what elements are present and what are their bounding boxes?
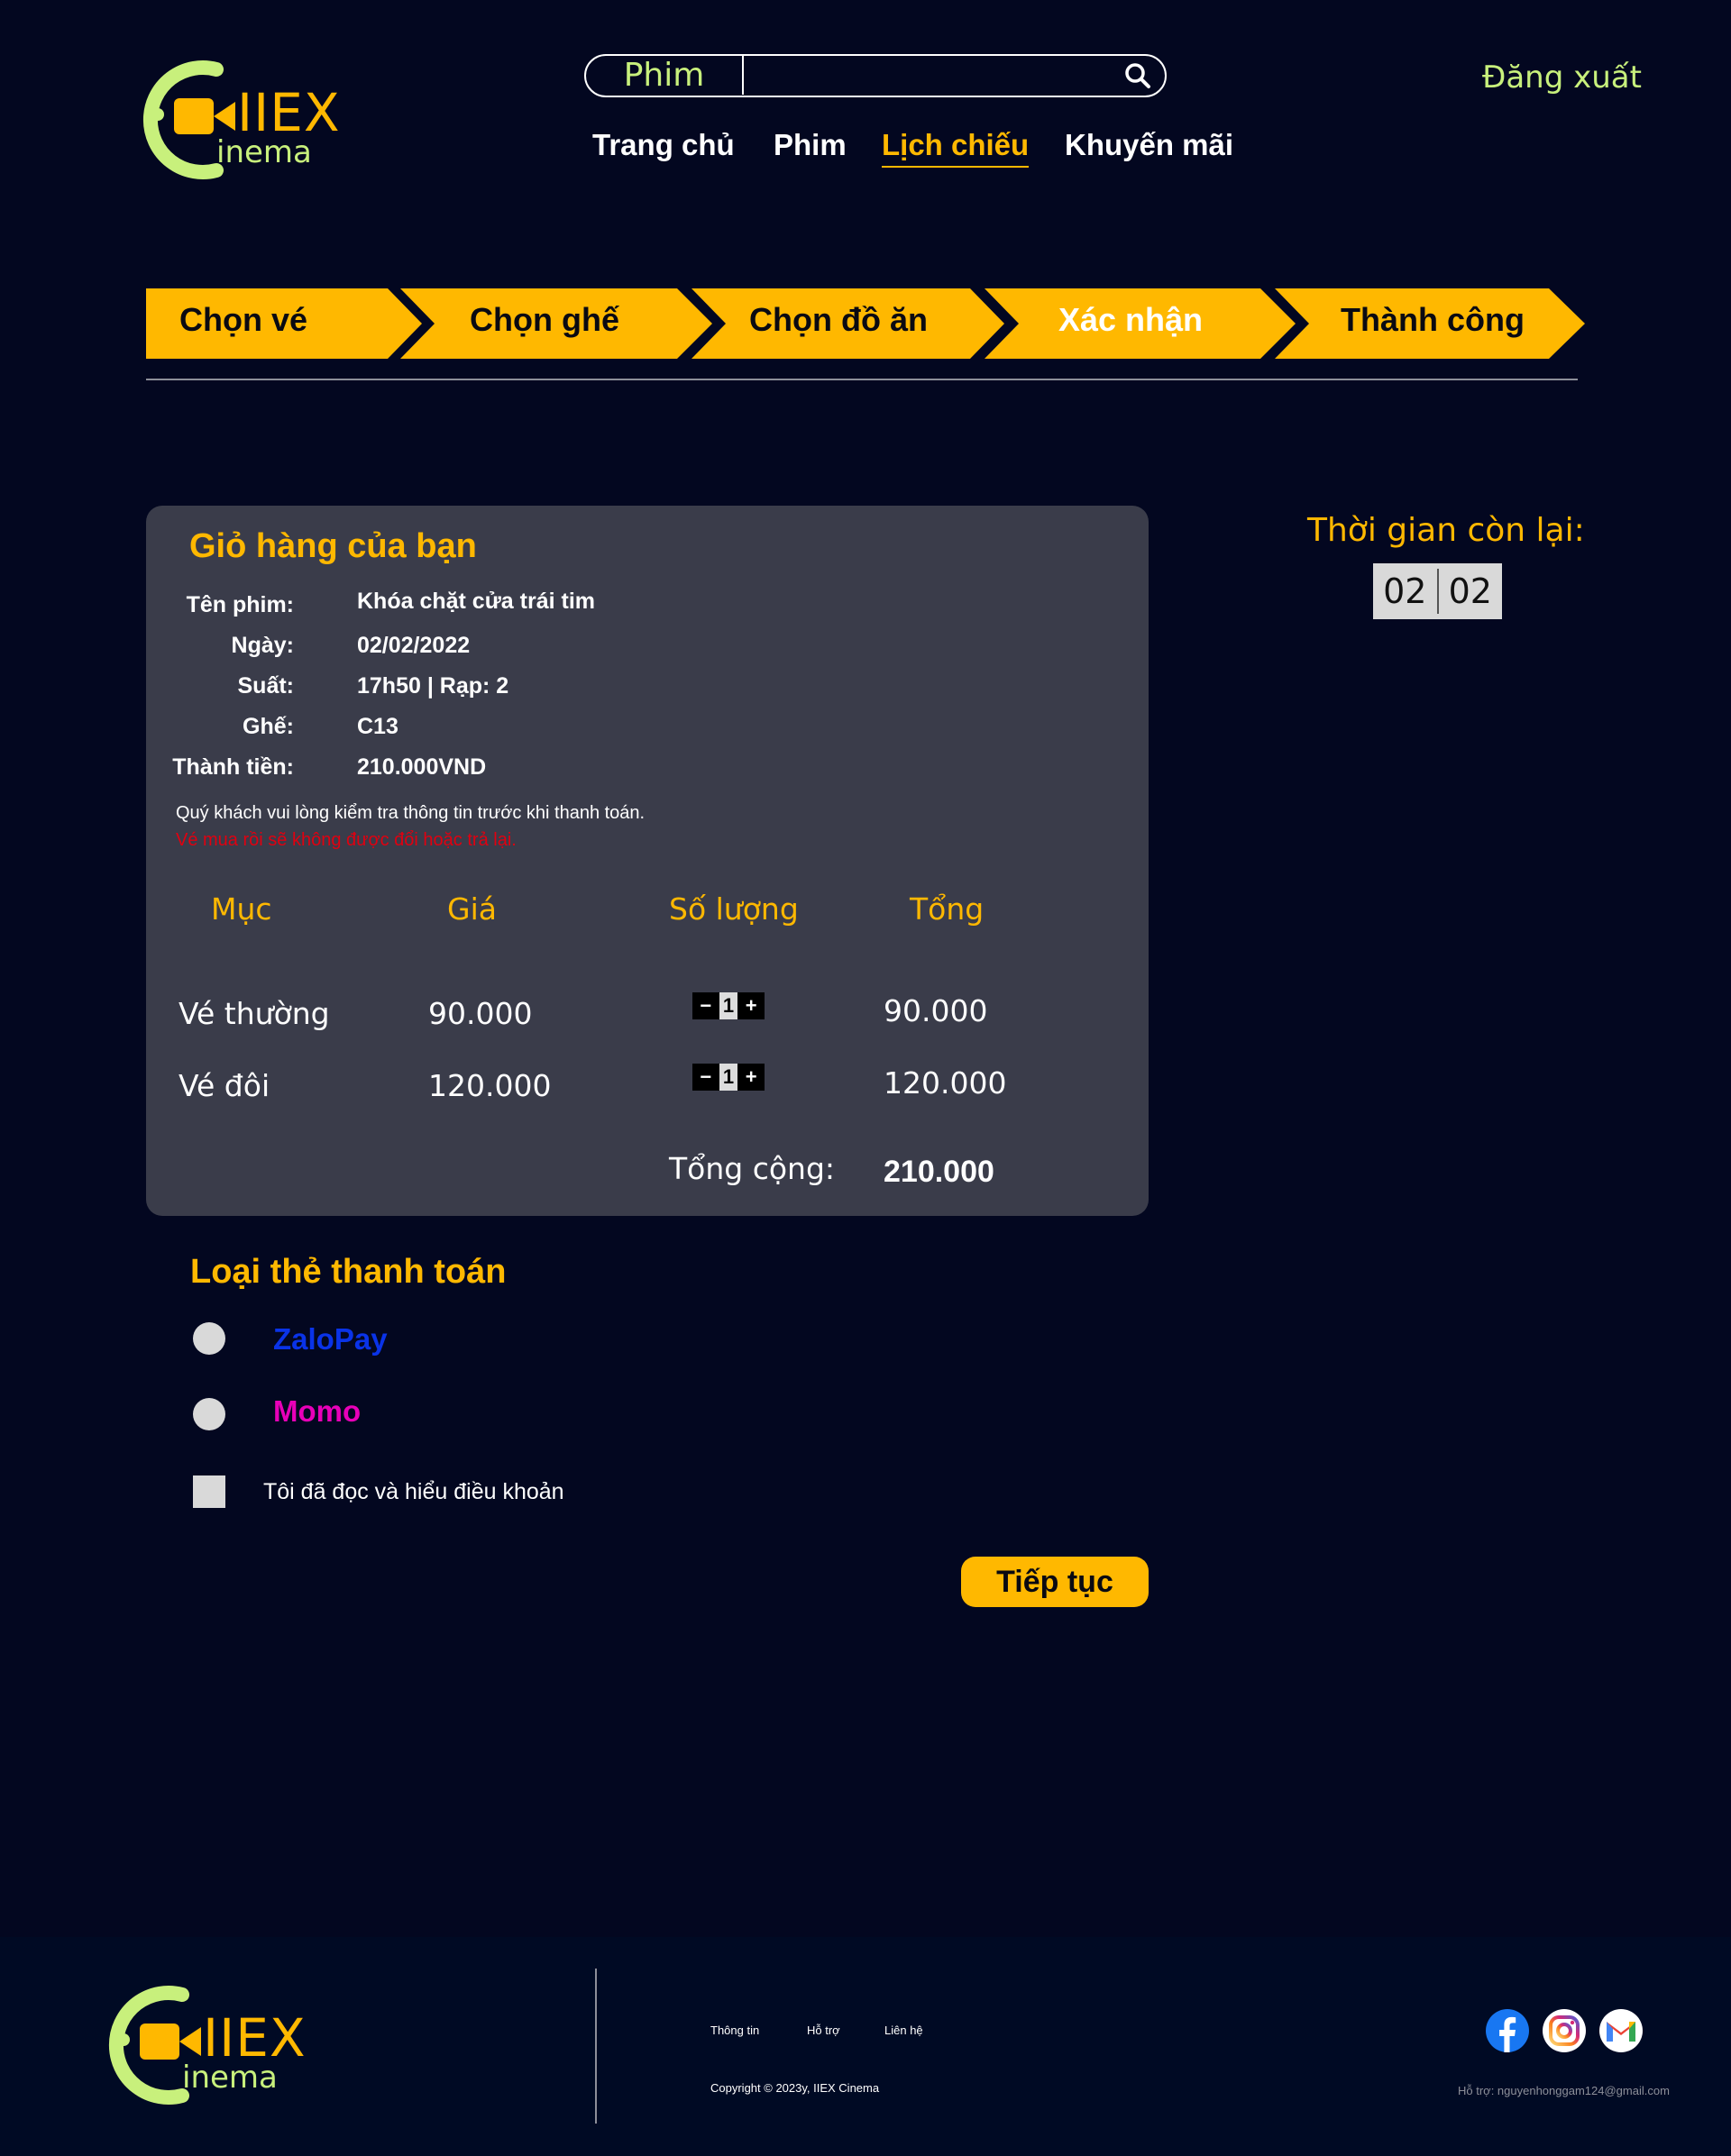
grand-total-label: Tổng cộng:: [669, 1151, 836, 1186]
facebook-icon[interactable]: [1486, 2009, 1529, 2052]
footer: IIEX inema Thông tin Hỗ trợ Liên hệ Copy…: [0, 1937, 1731, 2156]
logout-link[interactable]: Đăng xuất: [1482, 59, 1642, 96]
booking-steps: Chọn vé Chọn ghế Chọn đồ ăn Xác nhận Thà…: [146, 288, 1589, 359]
footer-divider: [595, 1969, 597, 2124]
grand-total-value: 210.000: [884, 1155, 994, 1189]
row-total: 90.000: [884, 993, 988, 1028]
info-label-date: Ngày:: [231, 633, 294, 658]
step-choose-food[interactable]: Chọn đồ ăn: [749, 301, 928, 339]
timer-seconds: 02: [1448, 571, 1492, 611]
zalopay-radio[interactable]: [193, 1322, 225, 1355]
gmail-icon[interactable]: [1599, 2009, 1643, 2052]
info-value-movie: Khóa chặt cửa trái tim: [357, 589, 596, 614]
footer-logo[interactable]: IIEX inema: [96, 1982, 313, 2108]
col-header-quantity: Số lượng: [669, 891, 799, 927]
header-logo[interactable]: IIEX inema: [131, 57, 347, 183]
footer-link-info[interactable]: Thông tin: [710, 2024, 759, 2037]
info-value-amount: 210.000VND: [357, 754, 487, 780]
footer-link-contact[interactable]: Liên hệ: [884, 2024, 923, 2037]
info-value-date: 02/02/2022: [357, 633, 471, 658]
step-confirm[interactable]: Xác nhận: [1058, 301, 1203, 339]
step-choose-ticket[interactable]: Chọn vé: [179, 301, 307, 339]
cart-panel: Giỏ hàng của bạn Tên phim: Khóa chặt cửa…: [146, 506, 1149, 1216]
info-label-showtime: Suất:: [237, 673, 295, 699]
row-item-name: Vé thường: [179, 996, 330, 1031]
search-input[interactable]: [750, 59, 1111, 92]
momo-radio[interactable]: [193, 1398, 225, 1430]
decrement-button[interactable]: −: [692, 992, 719, 1019]
support-email: Hỗ trợ: nguyenhonggam124@gmail.com: [1458, 2084, 1670, 2097]
countdown-timer: 02 02: [1373, 563, 1502, 619]
zalopay-label[interactable]: ZaloPay: [273, 1322, 388, 1357]
timer-label: Thời gian còn lại:: [1307, 512, 1585, 549]
search-bar: Phim: [584, 54, 1167, 97]
terms-checkbox[interactable]: [193, 1475, 225, 1508]
camera-icon: [174, 98, 235, 134]
search-category[interactable]: Phim: [586, 56, 744, 95]
logo-sub: inema: [216, 134, 312, 170]
step-success[interactable]: Thành công: [1341, 301, 1525, 339]
info-label-amount: Thành tiền:: [172, 754, 294, 780]
nav-promotions[interactable]: Khuyến mãi: [1065, 128, 1233, 162]
info-label-seat: Ghế:: [243, 714, 294, 739]
nav-home[interactable]: Trang chủ: [592, 128, 735, 162]
payment-title: Loại thẻ thanh toán: [190, 1253, 507, 1291]
copyright: Copyright © 2023y, IIEX Cinema: [710, 2081, 880, 2095]
quantity-stepper: − 1 +: [692, 1064, 765, 1091]
increment-button[interactable]: +: [737, 992, 765, 1019]
check-info-note: Quý khách vui lòng kiểm tra thông tin tr…: [176, 803, 646, 823]
info-value-showtime: 17h50 | Rạp: 2: [357, 673, 509, 699]
camera-icon: [140, 2024, 201, 2060]
nav-movies[interactable]: Phim: [774, 128, 847, 162]
no-refund-warning: Vé mua rồi sẽ không được đổi hoặc trả lạ…: [176, 830, 517, 850]
quantity-value: 1: [719, 1064, 738, 1091]
steps-divider: [146, 379, 1578, 380]
logo-sub: inema: [182, 2060, 278, 2096]
col-header-item: Mục: [211, 891, 272, 927]
col-header-total: Tổng: [910, 891, 985, 927]
search-icon[interactable]: [1123, 61, 1152, 90]
nav-showtimes[interactable]: Lịch chiếu: [882, 128, 1030, 168]
momo-label[interactable]: Momo: [273, 1394, 361, 1429]
row-price: 90.000: [428, 996, 533, 1031]
instagram-icon[interactable]: [1543, 2009, 1586, 2052]
row-total: 120.000: [884, 1065, 1007, 1101]
quantity-stepper: − 1 +: [692, 992, 765, 1019]
cart-title: Giỏ hàng của bạn: [189, 527, 477, 565]
info-value-seat: C13: [357, 714, 398, 739]
row-item-name: Vé đôi: [179, 1068, 270, 1103]
timer-minutes: 02: [1383, 571, 1427, 611]
info-label-movie: Tên phim:: [186, 592, 294, 617]
decrement-button[interactable]: −: [692, 1064, 719, 1091]
footer-link-support[interactable]: Hỗ trợ: [807, 2024, 840, 2037]
step-choose-seat[interactable]: Chọn ghế: [470, 301, 619, 339]
terms-label[interactable]: Tôi đã đọc và hiểu điều khoản: [263, 1479, 564, 1505]
quantity-value: 1: [719, 992, 738, 1019]
increment-button[interactable]: +: [737, 1064, 765, 1091]
col-header-price: Giá: [447, 891, 497, 927]
continue-button[interactable]: Tiếp tục: [961, 1557, 1149, 1607]
row-price: 120.000: [428, 1068, 552, 1103]
